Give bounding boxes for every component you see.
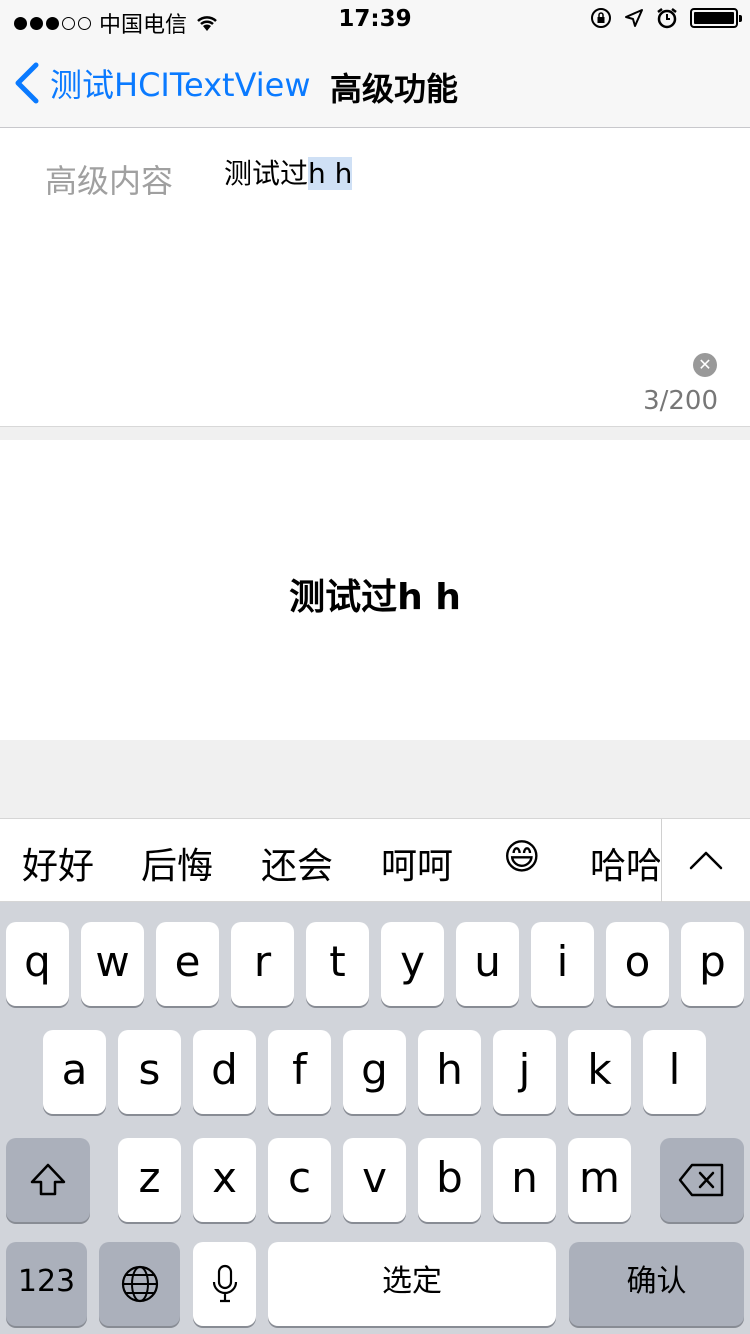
back-button-label: 测试HCITextView xyxy=(50,66,311,104)
candidate-bar: 好好 后悔 还会 呵呵 😄 哈哈 xyxy=(0,818,750,903)
navigation-bar: 测试HCITextView 高级功能 xyxy=(0,40,750,128)
preview-text: 测试过h h xyxy=(289,577,461,618)
key-y[interactable]: y xyxy=(381,922,444,1006)
key-s[interactable]: s xyxy=(118,1030,181,1114)
key-v[interactable]: v xyxy=(343,1138,406,1222)
keyboard: q w e r t y u i o p a s d f g h j k l z … xyxy=(0,902,750,1334)
orientation-lock-icon xyxy=(591,8,611,28)
page-title: 高级功能 xyxy=(330,70,459,108)
key-w[interactable]: w xyxy=(81,922,144,1006)
key-d[interactable]: d xyxy=(193,1030,256,1114)
top-bar: 中国电信 17:39 测试HCITextView 高级功能 xyxy=(0,0,750,128)
candidate-item[interactable]: 呵呵 xyxy=(381,837,453,889)
globe-icon xyxy=(121,1265,158,1303)
text-view-input[interactable]: 测试过h h xyxy=(224,152,353,192)
key-p[interactable]: p xyxy=(681,922,744,1006)
key-f[interactable]: f xyxy=(268,1030,331,1114)
key-e[interactable]: e xyxy=(156,922,219,1006)
marked-text: h h xyxy=(308,157,353,190)
candidate-item[interactable]: 😄 xyxy=(503,837,541,878)
backspace-icon xyxy=(678,1163,724,1197)
status-right xyxy=(590,7,742,29)
character-counter: 3/200 xyxy=(643,386,718,416)
back-button[interactable]: 测试HCITextView xyxy=(14,60,311,106)
key-g[interactable]: g xyxy=(343,1030,406,1114)
key-l[interactable]: l xyxy=(643,1030,706,1114)
alarm-icon xyxy=(657,8,677,29)
key-i[interactable]: i xyxy=(531,922,594,1006)
globe-key[interactable] xyxy=(99,1242,180,1326)
key-c[interactable]: c xyxy=(268,1138,331,1222)
key-z[interactable]: z xyxy=(118,1138,181,1222)
text-plain: 测试过 xyxy=(224,157,309,190)
battery-icon xyxy=(690,8,742,28)
preview-panel: 测试过h h xyxy=(0,440,750,740)
key-t[interactable]: t xyxy=(306,922,369,1006)
key-o[interactable]: o xyxy=(606,922,669,1006)
key-m[interactable]: m xyxy=(568,1138,631,1222)
microphone-icon xyxy=(212,1264,237,1303)
candidate-item[interactable]: 哈哈 xyxy=(590,837,660,889)
expand-candidates-button[interactable] xyxy=(662,819,750,901)
key-h[interactable]: h xyxy=(418,1030,481,1114)
key-x[interactable]: x xyxy=(193,1138,256,1222)
key-u[interactable]: u xyxy=(456,922,519,1006)
location-icon xyxy=(625,9,643,27)
numbers-key[interactable]: 123 xyxy=(6,1242,87,1326)
candidate-item[interactable]: 还会 xyxy=(261,837,333,889)
key-q[interactable]: q xyxy=(6,922,69,1006)
space-key[interactable]: 选定 xyxy=(268,1242,556,1326)
return-key[interactable]: 确认 xyxy=(569,1242,744,1326)
candidate-item[interactable]: 后悔 xyxy=(141,837,213,889)
shift-icon xyxy=(30,1163,66,1196)
key-n[interactable]: n xyxy=(493,1138,556,1222)
key-k[interactable]: k xyxy=(568,1030,631,1114)
status-bar: 中国电信 17:39 xyxy=(0,0,750,40)
field-label: 高级内容 xyxy=(45,162,174,200)
shift-key[interactable] xyxy=(6,1138,90,1222)
text-view-panel: 高级内容 测试过h h ✕ 3/200 xyxy=(0,128,750,427)
chevron-left-icon xyxy=(15,62,39,104)
microphone-key[interactable] xyxy=(193,1242,256,1326)
key-a[interactable]: a xyxy=(43,1030,106,1114)
candidate-item[interactable]: 好好 xyxy=(22,837,94,889)
key-b[interactable]: b xyxy=(418,1138,481,1222)
key-j[interactable]: j xyxy=(493,1030,556,1114)
clear-icon[interactable]: ✕ xyxy=(693,353,717,377)
delete-key[interactable] xyxy=(660,1138,744,1222)
chevron-up-icon xyxy=(689,851,723,870)
key-r[interactable]: r xyxy=(231,922,294,1006)
